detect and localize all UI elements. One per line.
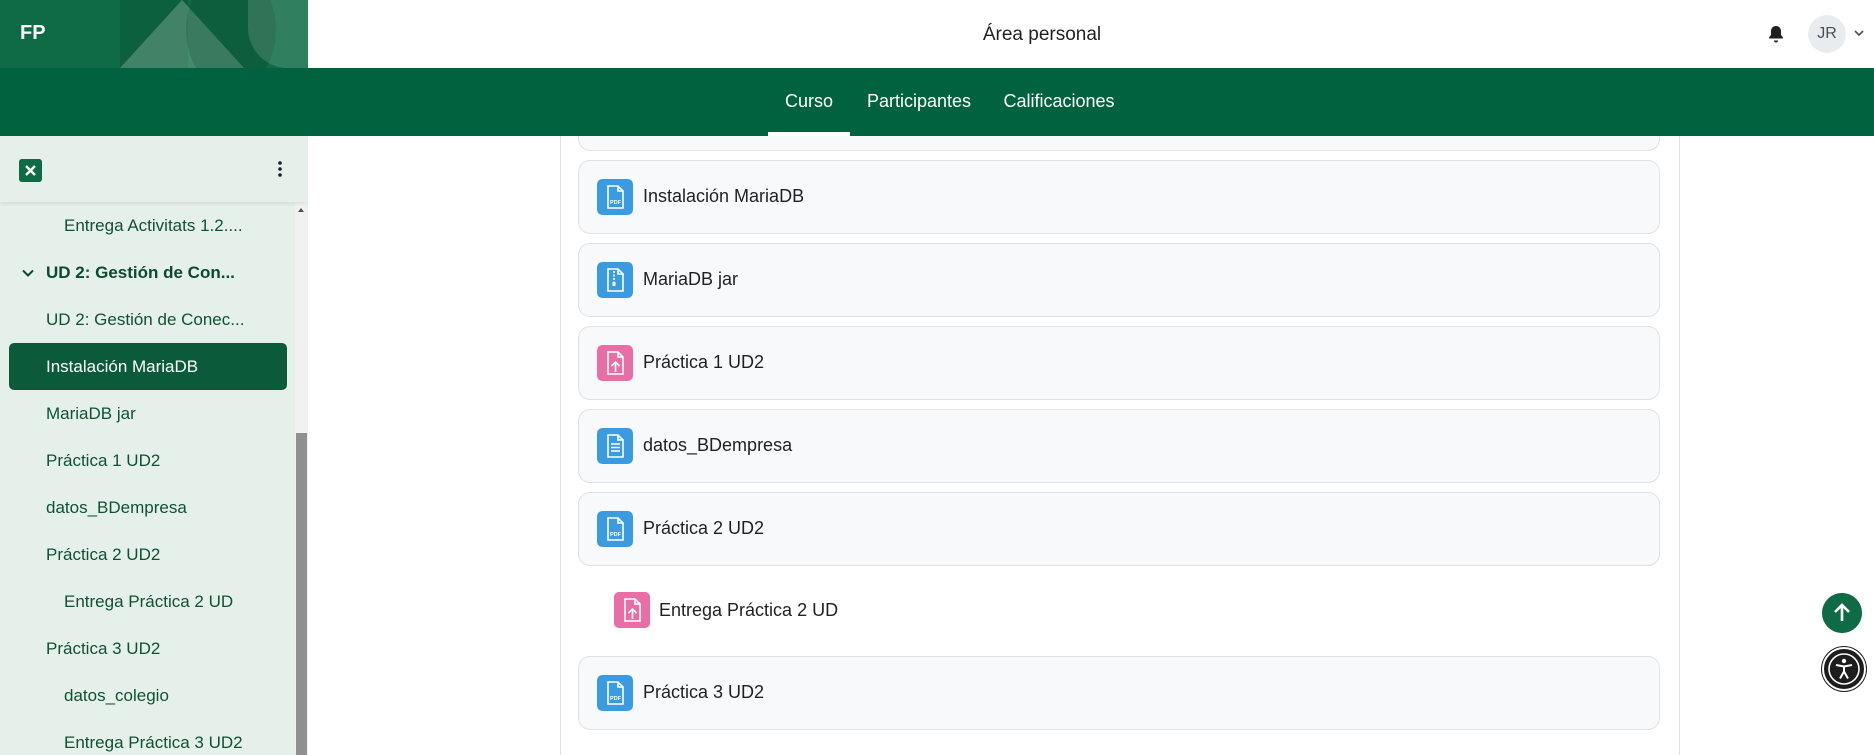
archive-icon [597, 262, 633, 298]
scroll-up-arrow-icon[interactable] [297, 206, 305, 214]
activity-card-partial [578, 136, 1660, 151]
tab-calificaciones[interactable]: Calificaciones [997, 68, 1121, 136]
arrow-up-icon[interactable] [1822, 593, 1862, 633]
sidebar-section-ud2[interactable]: UD 2: Gestión de Con... [46, 249, 235, 296]
chevron-down-icon[interactable] [21, 266, 35, 280]
svg-text:PDF: PDF [610, 696, 622, 702]
activity-name[interactable]: Práctica 1 UD2 [643, 352, 764, 373]
sidebar-item[interactable]: datos_BDempresa [46, 484, 187, 531]
activity-card[interactable]: PDF Práctica 3 UD2 [578, 656, 1660, 730]
kebab-menu-icon[interactable] [270, 159, 290, 179]
sidebar-item[interactable]: Práctica 3 UD2 [46, 625, 160, 672]
course-index-drawer: Entrega Activitats 1.2.... UD 2: Gestión… [0, 136, 308, 755]
activity-card[interactable]: PDF Práctica 2 UD2 [578, 492, 1660, 566]
activity-card[interactable]: datos_BDempresa [578, 409, 1660, 483]
pdf-icon: PDF [597, 511, 633, 547]
drawer-header [0, 136, 308, 202]
course-index-list: Entrega Activitats 1.2.... UD 2: Gestión… [0, 202, 293, 755]
tab-curso[interactable]: Curso [768, 68, 850, 136]
sidebar-item[interactable]: MariaDB jar [46, 390, 136, 437]
avatar-initials: JR [1817, 25, 1837, 42]
svg-text:PDF: PDF [610, 200, 622, 206]
activity-card[interactable]: MariaDB jar [578, 243, 1660, 317]
tab-participantes[interactable]: Participantes [862, 68, 976, 136]
pdf-icon: PDF [597, 179, 633, 215]
activity-card[interactable]: PDF Instalación MariaDB [578, 160, 1660, 234]
bell-icon[interactable] [1766, 24, 1786, 44]
sidebar-item[interactable]: Entrega Activitats 1.2.... [64, 202, 243, 249]
sidebar-item-active[interactable]: Instalación MariaDB [9, 343, 287, 390]
activity-name[interactable]: Práctica 3 UD2 [643, 682, 764, 703]
pdf-icon: PDF [597, 675, 633, 711]
sidebar-item[interactable]: Entrega Práctica 2 UD [64, 578, 233, 625]
scrollbar-thumb[interactable] [296, 433, 307, 755]
sidebar-item[interactable]: UD 2: Gestión de Conec... [46, 296, 244, 343]
assignment-upload-icon[interactable] [614, 592, 650, 628]
close-icon[interactable] [19, 159, 42, 182]
top-bar: FP Área personal JR [0, 0, 1874, 69]
sidebar-item[interactable]: datos_colegio [64, 672, 169, 719]
text-file-icon [597, 428, 633, 464]
activity-name[interactable]: Entrega Práctica 2 UD [659, 600, 838, 621]
course-nav: Curso Participantes Calificaciones [0, 68, 1874, 136]
sidebar-item[interactable]: Entrega Práctica 3 UD2 [64, 719, 243, 755]
activity-name[interactable]: MariaDB jar [643, 269, 738, 290]
sidebar-item[interactable]: Práctica 1 UD2 [46, 437, 160, 484]
sidebar-item[interactable]: Práctica 2 UD2 [46, 531, 160, 578]
activity-card[interactable]: Práctica 1 UD2 [578, 326, 1660, 400]
brand-text: FP [20, 22, 46, 44]
svg-text:PDF: PDF [610, 532, 622, 538]
activity-name[interactable]: datos_BDempresa [643, 435, 792, 456]
page-title: Área personal [982, 24, 1102, 45]
assignment-upload-icon [597, 345, 633, 381]
activity-name[interactable]: Práctica 2 UD2 [643, 518, 764, 539]
chevron-down-icon[interactable] [1853, 27, 1865, 39]
activity-name[interactable]: Instalación MariaDB [643, 186, 804, 207]
accessibility-icon[interactable] [1822, 647, 1866, 691]
avatar[interactable]: JR [1808, 15, 1846, 53]
